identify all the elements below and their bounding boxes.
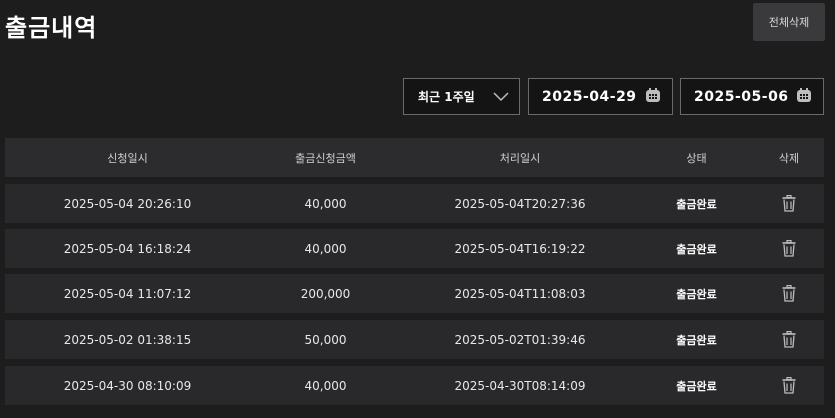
row-requested: 2025-05-04 11:07:12 bbox=[63, 286, 192, 301]
header-status: 상태 bbox=[686, 151, 707, 165]
date-from-value: 2025-04-29 bbox=[542, 88, 637, 105]
table-row: 2025-05-04 20:26:10 40,000 2025-05-04T20… bbox=[5, 184, 824, 223]
row-requested: 2025-04-30 08:10:09 bbox=[63, 378, 192, 393]
row-status: 출금완료 bbox=[676, 197, 717, 211]
row-amount: 200,000 bbox=[300, 286, 351, 301]
period-select-value: 최근 1주일 bbox=[418, 90, 475, 104]
page-title: 출금내역 bbox=[5, 14, 98, 42]
header-amount: 출금신청금액 bbox=[295, 151, 356, 165]
row-amount: 40,000 bbox=[304, 196, 347, 211]
row-amount: 50,000 bbox=[304, 332, 347, 347]
row-requested: 2025-05-04 16:18:24 bbox=[63, 241, 192, 256]
row-processed: 2025-05-02T01:39:46 bbox=[454, 332, 586, 347]
row-processed: 2025-05-04T20:27:36 bbox=[454, 196, 586, 211]
calendar-icon[interactable] bbox=[796, 87, 812, 107]
calendar-icon[interactable] bbox=[645, 87, 661, 107]
table-header: 신청일시 출금신청금액 처리일시 상태 삭제 bbox=[5, 138, 824, 177]
row-status: 출금완료 bbox=[676, 379, 717, 393]
trash-icon[interactable] bbox=[782, 195, 796, 212]
row-amount: 40,000 bbox=[304, 378, 347, 393]
row-processed: 2025-04-30T08:14:09 bbox=[454, 378, 586, 393]
row-status: 출금완료 bbox=[676, 333, 717, 347]
delete-all-button[interactable]: 전체삭제 bbox=[753, 3, 825, 41]
row-status: 출금완료 bbox=[676, 287, 717, 301]
trash-icon[interactable] bbox=[782, 331, 796, 348]
trash-icon[interactable] bbox=[782, 285, 796, 302]
trash-icon[interactable] bbox=[782, 240, 796, 257]
table-row: 2025-04-30 08:10:09 40,000 2025-04-30T08… bbox=[5, 366, 824, 405]
row-amount: 40,000 bbox=[304, 241, 347, 256]
table-row: 2025-05-02 01:38:15 50,000 2025-05-02T01… bbox=[5, 320, 824, 359]
table-row: 2025-05-04 16:18:24 40,000 2025-05-04T16… bbox=[5, 229, 824, 268]
chevron-down-icon bbox=[493, 87, 509, 106]
date-to-field[interactable]: 2025-05-06 bbox=[680, 78, 824, 115]
date-from-field[interactable]: 2025-04-29 bbox=[528, 78, 673, 115]
row-processed: 2025-05-04T11:08:03 bbox=[454, 286, 586, 301]
row-requested: 2025-05-04 20:26:10 bbox=[63, 196, 192, 211]
row-processed: 2025-05-04T16:19:22 bbox=[454, 241, 586, 256]
header-delete: 삭제 bbox=[778, 151, 800, 165]
table-row: 2025-05-04 11:07:12 200,000 2025-05-04T1… bbox=[5, 274, 824, 313]
trash-icon[interactable] bbox=[782, 377, 796, 394]
row-status: 출금완료 bbox=[676, 242, 717, 256]
row-requested: 2025-05-02 01:38:15 bbox=[63, 332, 192, 347]
header-requested: 신청일시 bbox=[107, 151, 148, 165]
date-to-value: 2025-05-06 bbox=[694, 88, 789, 105]
period-select[interactable]: 최근 1주일 bbox=[403, 78, 520, 115]
header-processed: 처리일시 bbox=[499, 151, 541, 165]
